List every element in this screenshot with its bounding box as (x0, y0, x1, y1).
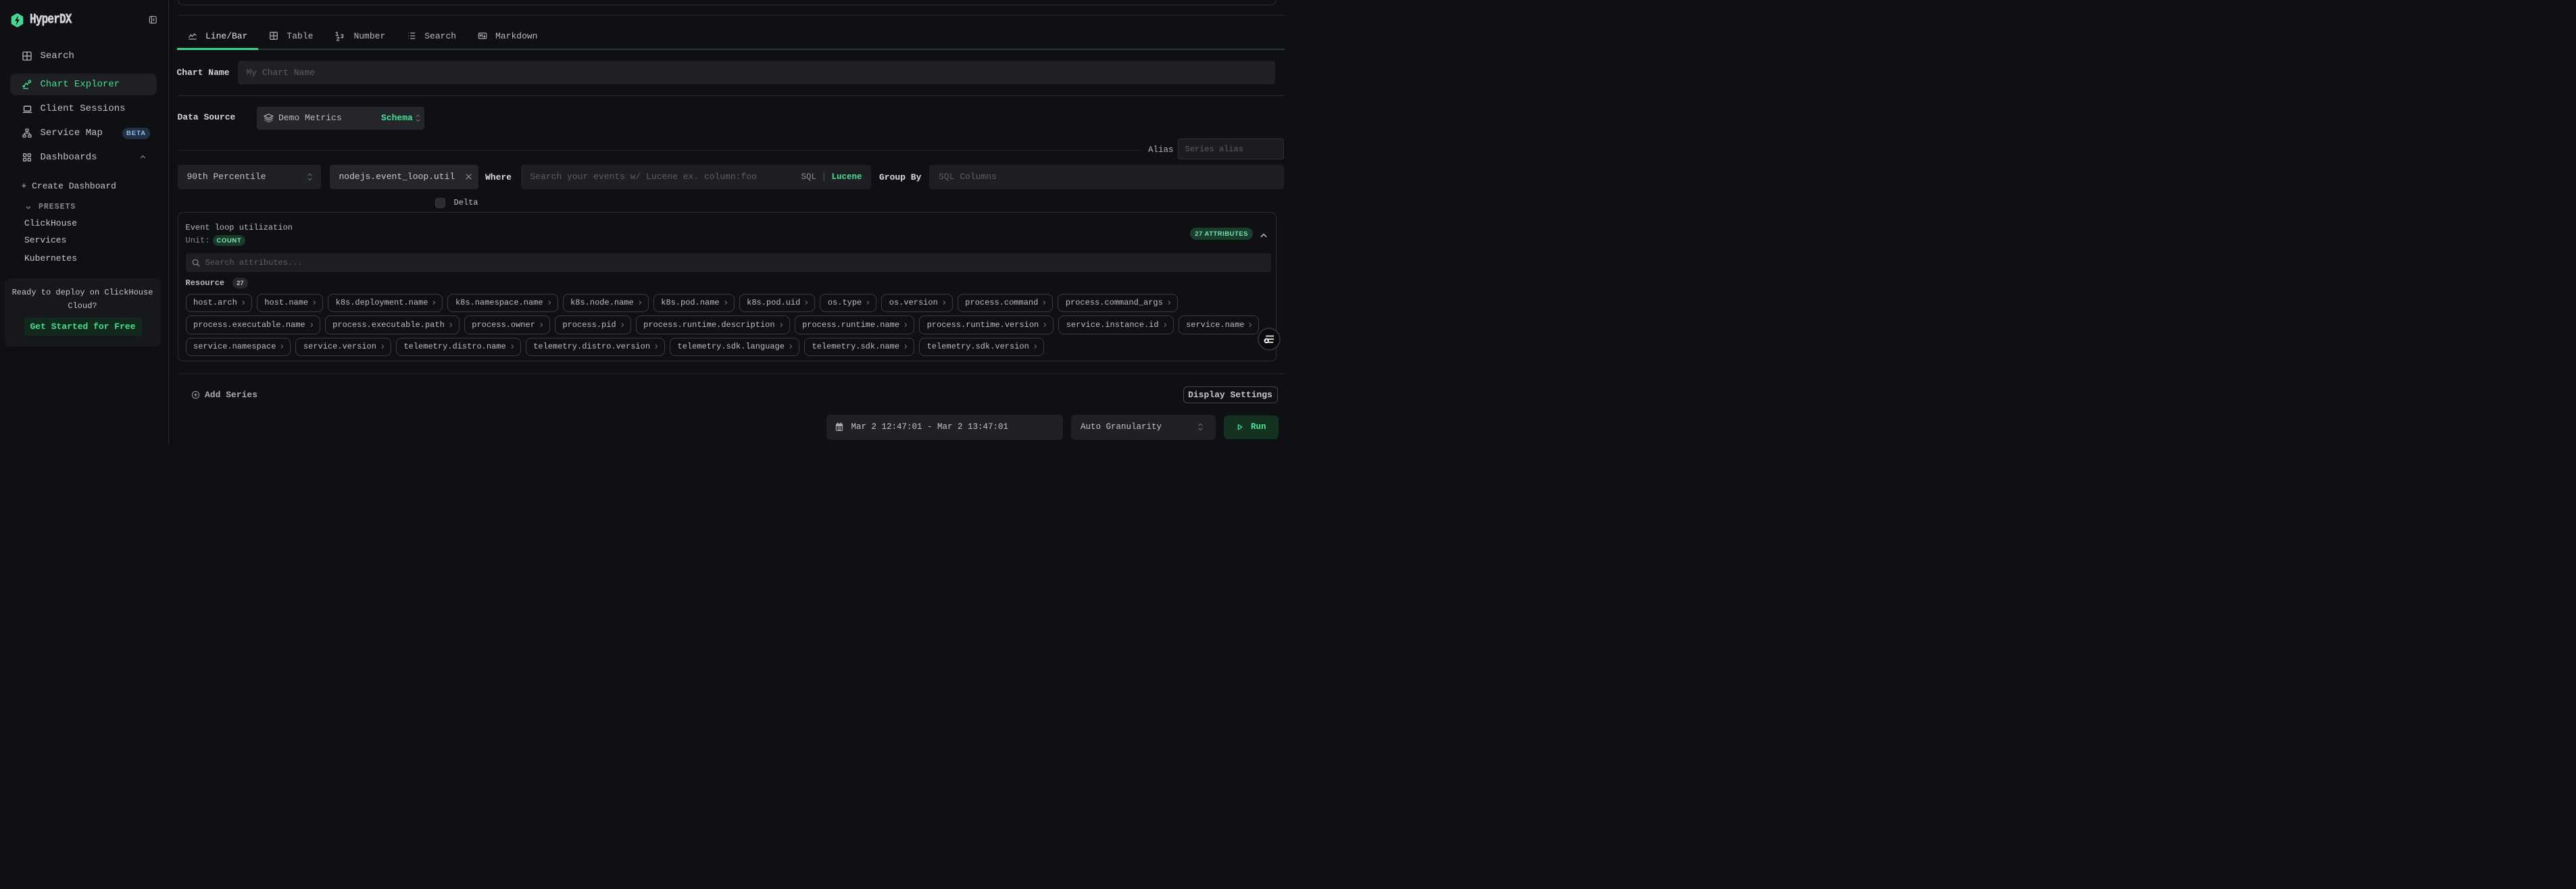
svg-text:2: 2 (337, 36, 340, 42)
svg-text:3: 3 (341, 34, 344, 41)
